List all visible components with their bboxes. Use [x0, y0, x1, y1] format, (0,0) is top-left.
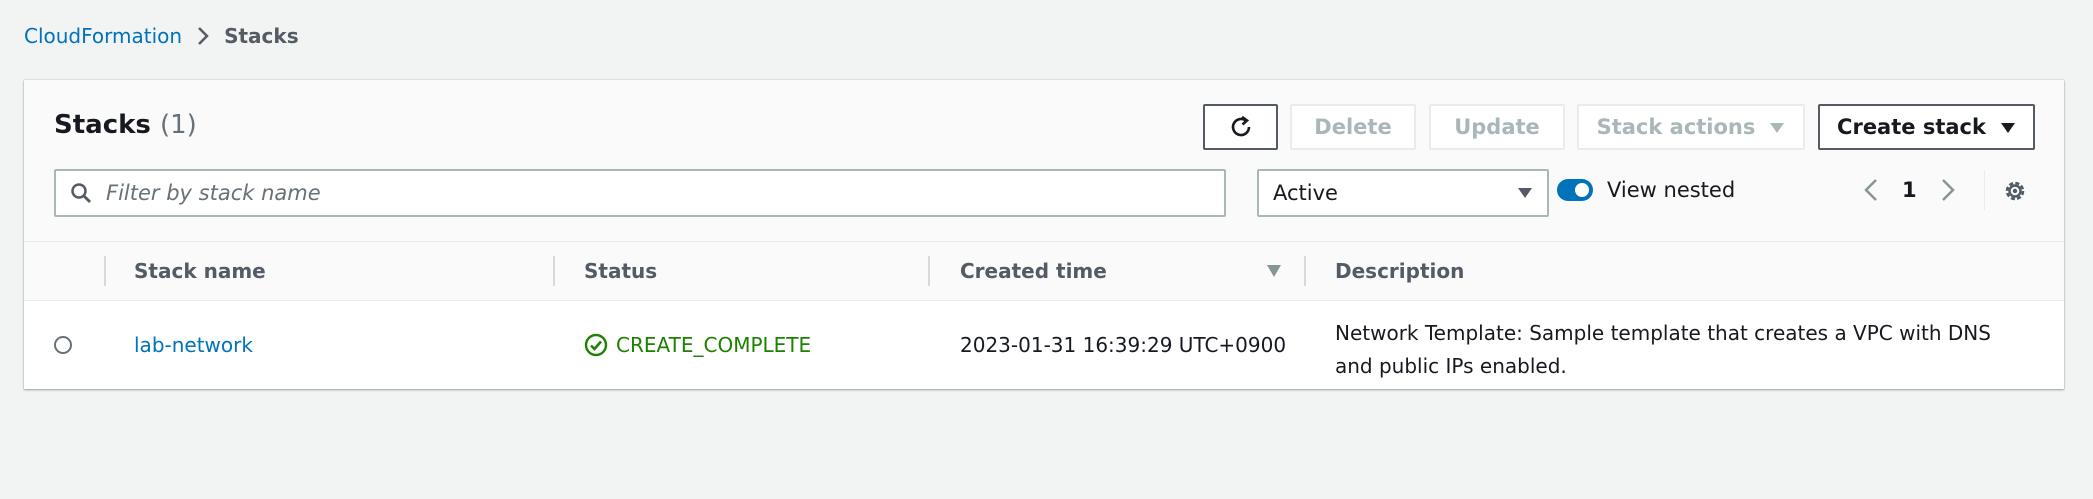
stack-actions-button[interactable]: Stack actions	[1577, 104, 1805, 150]
chevron-right-icon	[196, 26, 210, 46]
column-header-created-time[interactable]: Created time	[960, 242, 1107, 300]
update-button[interactable]: Update	[1429, 104, 1565, 150]
breadcrumb-current: Stacks	[224, 24, 299, 48]
panel-title-text: Stacks	[54, 110, 151, 140]
caret-down-icon	[2000, 115, 2016, 139]
caret-down-icon	[1769, 115, 1785, 139]
table-row: lab-network CREATE_COMPLETE 2023-01-31 1…	[24, 301, 2064, 389]
panel-header: Stacks (1) Delete Update Stack actions C…	[24, 80, 2064, 241]
create-stack-label: Create stack	[1837, 115, 1986, 139]
divider	[1984, 170, 1985, 210]
search-box	[54, 169, 1226, 217]
view-nested-toggle[interactable]	[1557, 179, 1593, 201]
view-nested-toggle-wrap: View nested	[1557, 178, 1735, 202]
column-header-description[interactable]: Description	[1335, 242, 1464, 300]
caret-down-icon	[1517, 187, 1533, 199]
column-divider	[1304, 256, 1306, 286]
delete-button[interactable]: Delete	[1290, 104, 1416, 150]
sort-descending-icon[interactable]	[1266, 264, 1282, 278]
column-header-stack-name[interactable]: Stack name	[134, 242, 266, 300]
page-number[interactable]: 1	[1902, 178, 1917, 202]
status-text: CREATE_COMPLETE	[616, 333, 812, 357]
column-divider	[553, 256, 555, 286]
status-filter-select[interactable]: Active	[1257, 169, 1549, 217]
status-badge: CREATE_COMPLETE	[584, 333, 811, 357]
table-header: Stack name Status Created time Descripti…	[24, 241, 2064, 301]
filter-stack-name-input[interactable]	[104, 180, 1188, 206]
stacks-panel: Stacks (1) Delete Update Stack actions C…	[24, 80, 2064, 389]
search-icon	[70, 182, 92, 204]
stack-count: (1)	[159, 110, 197, 140]
breadcrumb: CloudFormation Stacks	[24, 24, 299, 48]
stack-name-link[interactable]: lab-network	[134, 333, 253, 357]
stack-actions-label: Stack actions	[1596, 115, 1756, 139]
column-divider	[928, 256, 930, 286]
chevron-left-icon[interactable]	[1864, 178, 1878, 202]
create-stack-button[interactable]: Create stack	[1818, 104, 2035, 150]
page-title: Stacks (1)	[54, 110, 197, 140]
stack-description: Network Template: Sample template that c…	[1335, 321, 1991, 378]
refresh-button[interactable]	[1203, 104, 1278, 150]
refresh-icon	[1228, 114, 1254, 140]
column-divider	[104, 256, 106, 286]
gear-icon[interactable]	[2002, 178, 2028, 204]
status-filter-value: Active	[1273, 181, 1338, 205]
chevron-right-icon[interactable]	[1941, 178, 1955, 202]
check-circle-icon	[584, 333, 608, 357]
created-time: 2023-01-31 16:39:29 UTC+0900	[960, 333, 1287, 357]
column-header-status[interactable]: Status	[584, 242, 657, 300]
breadcrumb-link-cloudformation[interactable]: CloudFormation	[24, 24, 182, 48]
pagination: 1	[1864, 178, 1955, 202]
view-nested-label: View nested	[1607, 178, 1736, 202]
row-select-radio[interactable]	[54, 336, 72, 354]
